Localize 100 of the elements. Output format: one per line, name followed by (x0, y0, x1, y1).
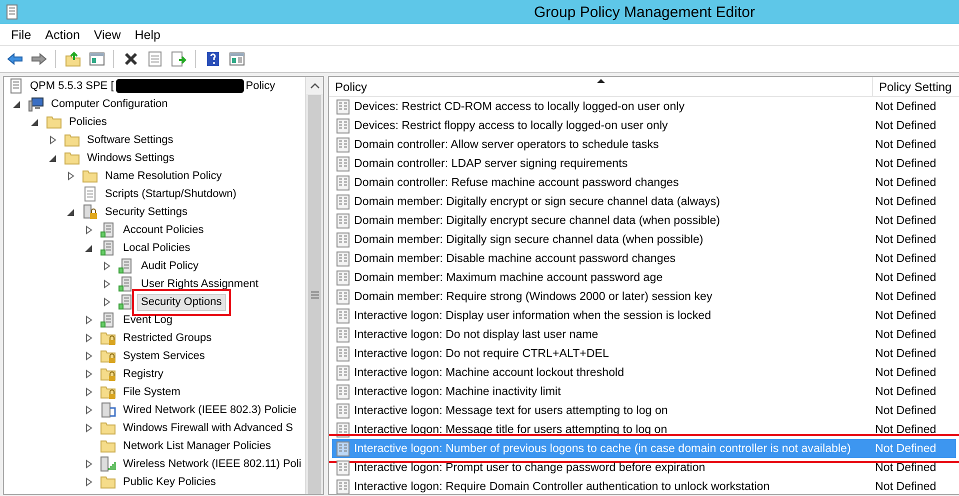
collapsed-icon[interactable] (84, 459, 94, 469)
expanded-icon[interactable] (12, 99, 22, 109)
collapsed-icon[interactable] (84, 225, 94, 235)
tree-item[interactable]: File System (119, 384, 184, 400)
table-row[interactable]: Interactive logon: Do not require CTRL+ALT+DEL Not Defined (332, 344, 956, 363)
tree-item[interactable]: Account Policies (119, 222, 208, 238)
table-row[interactable]: Interactive logon: Display user information when the session is locked Not Defined (332, 306, 956, 325)
table-cell-text: Not Defined (874, 290, 936, 303)
tree-item[interactable]: Windows Firewall with Advanced S (119, 420, 297, 436)
table-cell-text: Not Defined (874, 176, 936, 189)
expanded-icon[interactable] (84, 243, 94, 253)
expanded-icon[interactable] (66, 207, 76, 217)
tree-item[interactable]: Computer Configuration (47, 96, 172, 112)
menu-item[interactable]: View (86, 28, 128, 42)
menu-item[interactable]: File (4, 28, 38, 42)
table-cell: Devices: Restrict floppy access to locally logged-on user only (354, 119, 668, 132)
expanded-icon[interactable] (30, 117, 40, 127)
table-cell: Domain controller: Allow server operators to schedule tasks (354, 138, 659, 151)
tree-item[interactable]: System Services (119, 348, 209, 364)
collapsed-icon[interactable] (84, 423, 94, 433)
menu-item[interactable]: Help (128, 28, 168, 42)
tree-item[interactable]: Event Log (119, 312, 177, 328)
collapsed-icon[interactable] (84, 351, 94, 361)
table-cell-text: Not Defined (874, 233, 936, 246)
app-icon (4, 4, 20, 20)
policy-setting-icon (335, 136, 351, 152)
locked-folder-icon (100, 384, 116, 400)
table-row[interactable]: Domain member: Maximum machine account password age Not Defined (332, 268, 956, 287)
table-row[interactable]: Interactive logon: Do not display last user name Not Defined (332, 325, 956, 344)
table-cell-text: Not Defined (874, 347, 936, 360)
folder-icon (100, 420, 116, 436)
tree-item[interactable]: Public Key Policies (119, 474, 220, 490)
window-pane-icon (88, 51, 104, 67)
tree-item[interactable]: Software Settings (83, 132, 178, 148)
document-icon (82, 186, 98, 202)
tree-item[interactable]: Restricted Groups (119, 330, 216, 346)
folder-up-icon (64, 51, 80, 67)
table-row[interactable]: Devices: Restrict CD-ROM access to locally logged-on user only Not Defined (332, 97, 956, 116)
tree-item[interactable]: Policies (65, 114, 111, 130)
policy-setting-icon (335, 346, 351, 362)
menu-item[interactable]: Action (38, 28, 87, 42)
tree-item[interactable]: Security Settings (101, 204, 192, 220)
table-row[interactable]: Interactive logon: Prompt user to change password before expiration Not Defined (332, 458, 956, 477)
policy-setting-icon (335, 288, 351, 304)
tree-item[interactable]: Wireless Network (IEEE 802.11) Poli (119, 456, 305, 472)
tree-item[interactable]: Wired Network (IEEE 802.3) Policie (119, 402, 301, 418)
tree-item-label[interactable]: QPM 5.5.3 SPE [ (30, 80, 114, 92)
collapsed-icon[interactable] (102, 279, 112, 289)
column-header[interactable]: Policy Setting (873, 77, 952, 96)
tree-item[interactable]: Audit Policy (137, 258, 202, 274)
tree-item[interactable]: User Rights Assignment (137, 276, 262, 292)
table-row[interactable]: Interactive logon: Machine account lockout threshold Not Defined (332, 363, 956, 382)
table-cell-text: Not Defined (874, 100, 936, 113)
policy-setting-icon (335, 384, 351, 400)
folder-icon (100, 438, 116, 454)
table-row[interactable]: Domain controller: Allow server operators to schedule tasks Not Defined (332, 135, 956, 154)
tree-item[interactable]: Network List Manager Policies (119, 438, 275, 454)
collapsed-icon[interactable] (84, 405, 94, 415)
policy-setting-icon (335, 174, 351, 190)
table-cell: Interactive logon: Message text for users attempting to log on (354, 404, 668, 417)
scrollbar[interactable] (305, 77, 323, 494)
table-cell: Interactive logon: Require Domain Controller authentication to unlock workstation (354, 480, 770, 493)
collapsed-icon[interactable] (102, 297, 112, 307)
table-row[interactable]: Domain member: Digitally encrypt or sign secure channel data (always) Not Defined (332, 192, 956, 211)
server-icon (100, 240, 116, 256)
collapsed-icon[interactable] (48, 135, 58, 145)
tree-item[interactable]: Local Policies (119, 240, 194, 256)
server-icon (118, 294, 134, 310)
table-row[interactable]: Domain member: Digitally sign secure channel data (when possible) Not Defined (332, 230, 956, 249)
table-cell-text: Not Defined (874, 442, 936, 455)
table-row[interactable]: Interactive logon: Machine inactivity limit Not Defined (332, 382, 956, 401)
table-row[interactable]: Domain member: Require strong (Windows 2000 or later) session key Not Defined (332, 287, 956, 306)
table-row[interactable]: Domain controller: LDAP server signing requirements Not Defined (332, 154, 956, 173)
table-cell: Domain member: Digitally encrypt or sign secure channel data (always) (354, 195, 720, 208)
table-row[interactable]: Interactive logon: Require Domain Controller authentication to unlock workstation Not Defined (332, 477, 956, 494)
table-cell-text: Not Defined (874, 461, 936, 474)
collapsed-icon[interactable] (84, 315, 94, 325)
table-row[interactable]: Domain member: Disable machine account password changes Not Defined (332, 249, 956, 268)
collapsed-icon[interactable] (66, 171, 76, 181)
table-cell: Interactive logon: Display user information when the session is locked (354, 309, 712, 322)
collapsed-icon[interactable] (84, 477, 94, 487)
table-row[interactable]: Domain member: Digitally encrypt secure channel data (when possible) Not Defined (332, 211, 956, 230)
table-row[interactable]: Devices: Restrict floppy access to locally logged-on user only Not Defined (332, 116, 956, 135)
column-header[interactable]: Policy (329, 77, 873, 96)
folder-icon (100, 474, 116, 490)
collapsed-icon[interactable] (102, 261, 112, 271)
collapsed-icon[interactable] (84, 387, 94, 397)
tree-item-label[interactable]: Policy (246, 80, 276, 92)
collapsed-icon[interactable] (84, 333, 94, 343)
tree-item[interactable]: Windows Settings (83, 150, 178, 166)
policy-setting-icon (335, 212, 351, 228)
tree-item[interactable]: Scripts (Startup/Shutdown) (101, 186, 240, 202)
table-row[interactable]: Interactive logon: Message text for users attempting to log on Not Defined (332, 401, 956, 420)
table-row[interactable]: Domain controller: Refuse machine account password changes Not Defined (332, 173, 956, 192)
scrollbar-thumb[interactable] (308, 95, 321, 494)
tree-item[interactable]: Name Resolution Policy (101, 168, 226, 184)
expanded-icon[interactable] (48, 153, 58, 163)
tree-item[interactable]: Registry (119, 366, 168, 382)
collapsed-icon[interactable] (84, 369, 94, 379)
table-cell-text: Not Defined (874, 423, 936, 436)
